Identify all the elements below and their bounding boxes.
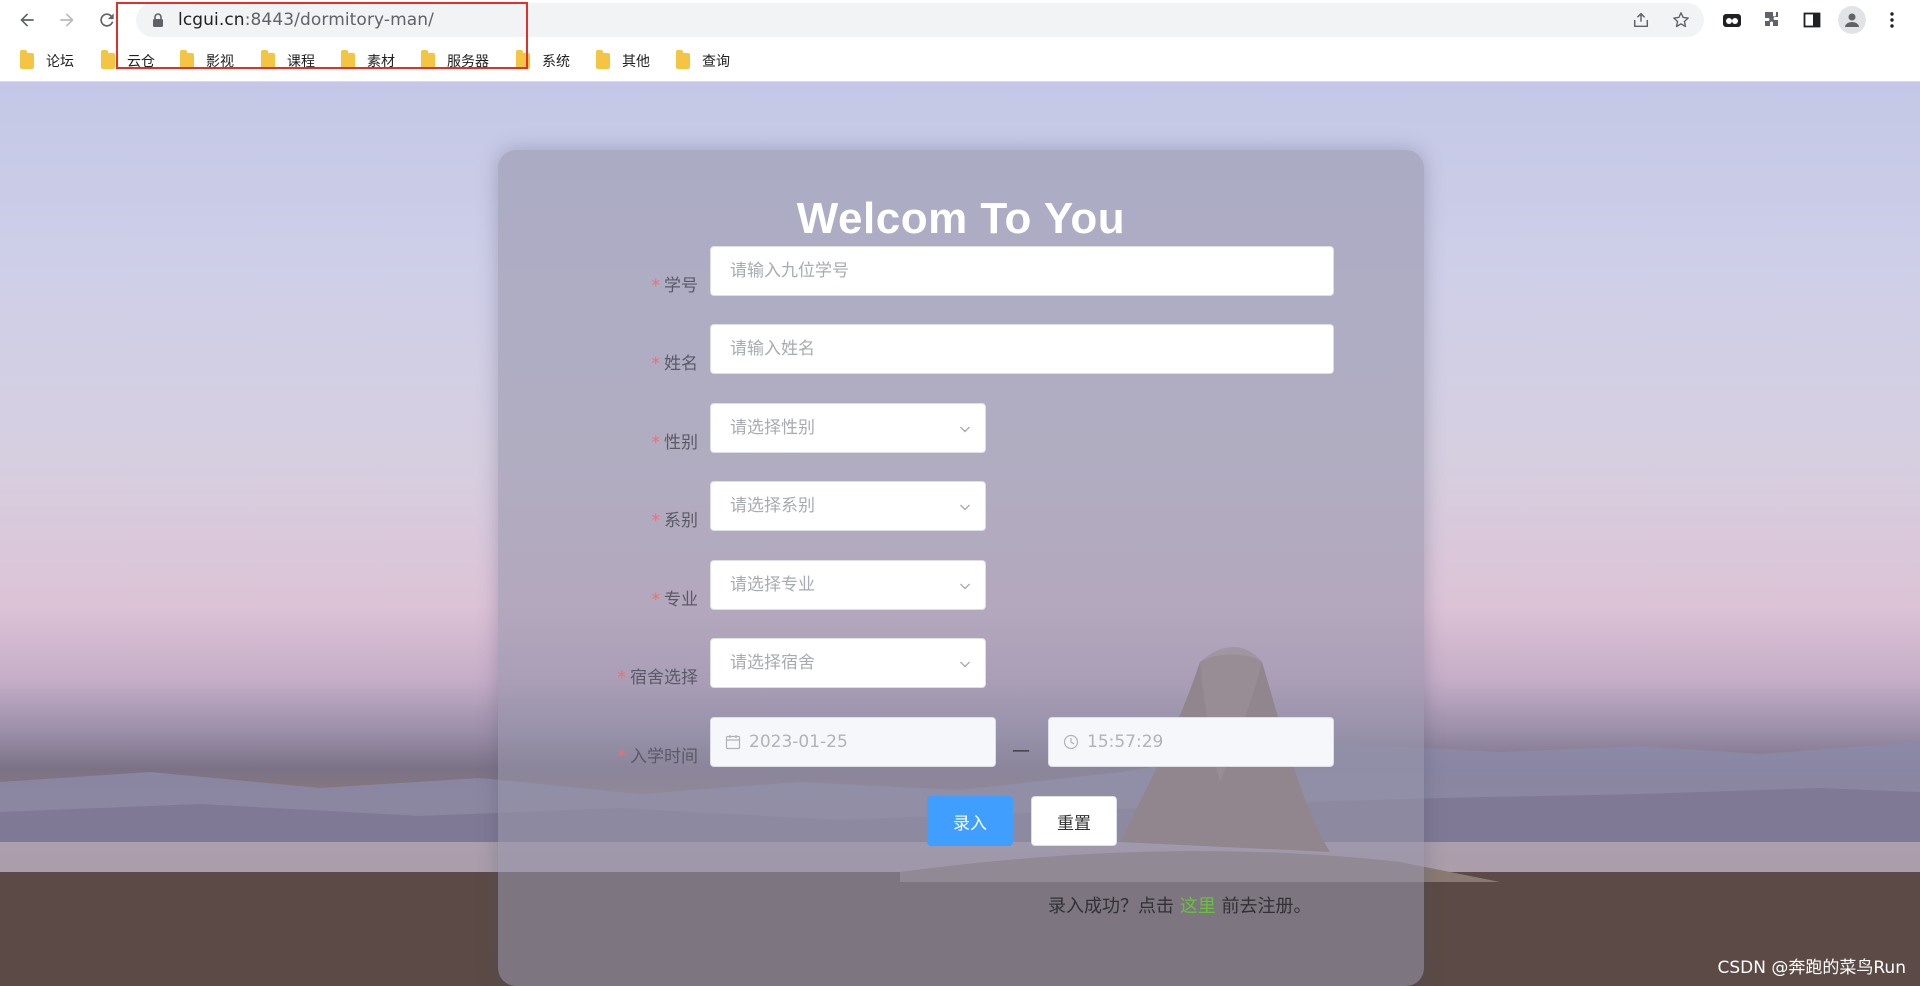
arrow-left-icon [20, 13, 34, 27]
required-mark: * [651, 433, 661, 453]
page-background: Welcom To You * 学号 请输入九位学号 * 姓名 请输入姓名 * 性别 … [0, 82, 1920, 986]
bookmark-folder[interactable]: 论坛 [20, 50, 74, 71]
gender-label-text: 性别 [664, 433, 698, 453]
student-id-label-text: 学号 [664, 276, 698, 296]
major-select-placeholder: 请选择专业 [730, 575, 815, 595]
enroll-date-value: 2023-01-25 [749, 732, 848, 752]
folder-icon [596, 50, 610, 69]
department-select[interactable]: 请选择系别 [710, 481, 986, 531]
reset-button[interactable]: 重置 [1031, 796, 1117, 846]
enroll-time-value: 15:57:29 [1087, 732, 1164, 752]
register-link[interactable]: 这里 [1180, 896, 1216, 917]
clock-icon [1063, 734, 1079, 750]
enroll-time-label-text: 入学时间 [630, 747, 698, 767]
browser-menu-button[interactable] [1880, 8, 1904, 32]
puzzle-icon [1765, 12, 1778, 26]
folder-icon [20, 50, 34, 69]
registration-form-card: Welcom To You * 学号 请输入九位学号 * 姓名 请输入姓名 * 性别 … [498, 150, 1424, 986]
folder-icon [101, 50, 115, 69]
star-icon[interactable] [1672, 11, 1690, 29]
dorm-select[interactable]: 请选择宿舍 [710, 638, 986, 688]
department-label: * 系别 [498, 506, 699, 531]
student-id-label: * 学号 [498, 271, 699, 296]
student-id-input[interactable]: 请输入九位学号 [710, 246, 1334, 296]
chevron-down-icon [960, 426, 970, 433]
name-label-text: 姓名 [664, 354, 698, 374]
folder-icon [676, 50, 690, 69]
required-mark: * [617, 747, 627, 767]
side-panel-icon [1803, 12, 1821, 28]
kebab-menu-icon [1890, 12, 1894, 28]
bookmark-folder[interactable]: 其他 [596, 50, 650, 71]
major-label-text: 专业 [664, 590, 698, 610]
name-input[interactable]: 请输入姓名 [710, 324, 1334, 374]
major-select[interactable]: 请选择专业 [710, 560, 986, 610]
side-panel-button[interactable] [1800, 8, 1824, 32]
gender-label: * 性别 [498, 428, 699, 453]
chevron-down-icon [960, 583, 970, 590]
eyes-extension-icon [1723, 14, 1741, 27]
dorm-select-placeholder: 请选择宿舍 [730, 653, 815, 673]
required-mark: * [651, 354, 661, 374]
enroll-time-input: 15:57:29 [1048, 717, 1334, 767]
name-label: * 姓名 [498, 349, 699, 374]
back-button[interactable] [11, 4, 43, 36]
profile-avatar[interactable] [1838, 6, 1866, 34]
enroll-time-label: * 入学时间 [498, 742, 699, 767]
hint-prefix: 录入成功？点击 [1048, 896, 1180, 917]
bookmark-label: 查询 [702, 54, 730, 70]
hint-suffix: 前去注册。 [1215, 896, 1312, 917]
bookmark-label: 系统 [542, 54, 570, 70]
required-mark: * [651, 511, 661, 531]
bookmark-label: 其他 [622, 54, 650, 70]
csdn-watermark: CSDN @奔跑的菜鸟Run [1717, 958, 1906, 978]
dorm-label-text: 宿舍选择 [630, 668, 698, 688]
calendar-icon [725, 735, 741, 750]
user-icon [1845, 13, 1859, 27]
required-mark: * [651, 276, 661, 296]
dorm-label: * 宿舍选择 [498, 663, 699, 688]
department-select-placeholder: 请选择系别 [730, 496, 815, 516]
extensions-puzzle-button[interactable] [1760, 8, 1784, 32]
gender-select[interactable]: 请选择性别 [710, 403, 986, 453]
register-hint: 录入成功？点击 这里 前去注册。 [1048, 892, 1311, 918]
major-label: * 专业 [498, 585, 699, 610]
enroll-date-input: 2023-01-25 [710, 717, 996, 767]
chevron-down-icon [960, 661, 970, 668]
required-mark: * [651, 590, 661, 610]
forward-button[interactable] [51, 4, 83, 36]
required-mark: * [617, 668, 627, 688]
form-title: Welcom To You [796, 194, 1126, 243]
bookmark-label: 论坛 [46, 54, 74, 70]
reload-icon [100, 13, 114, 27]
extension-icon[interactable] [1720, 8, 1744, 32]
chevron-down-icon [960, 504, 970, 511]
arrow-right-icon [60, 13, 74, 27]
gender-select-placeholder: 请选择性别 [730, 418, 815, 438]
department-label-text: 系别 [664, 511, 698, 531]
submit-button[interactable]: 录入 [927, 796, 1013, 846]
bookmark-folder[interactable]: 查询 [676, 50, 730, 71]
share-icon[interactable] [1632, 11, 1650, 29]
url-highlight-annotation [116, 2, 528, 69]
date-time-separator: — [1012, 740, 1030, 761]
